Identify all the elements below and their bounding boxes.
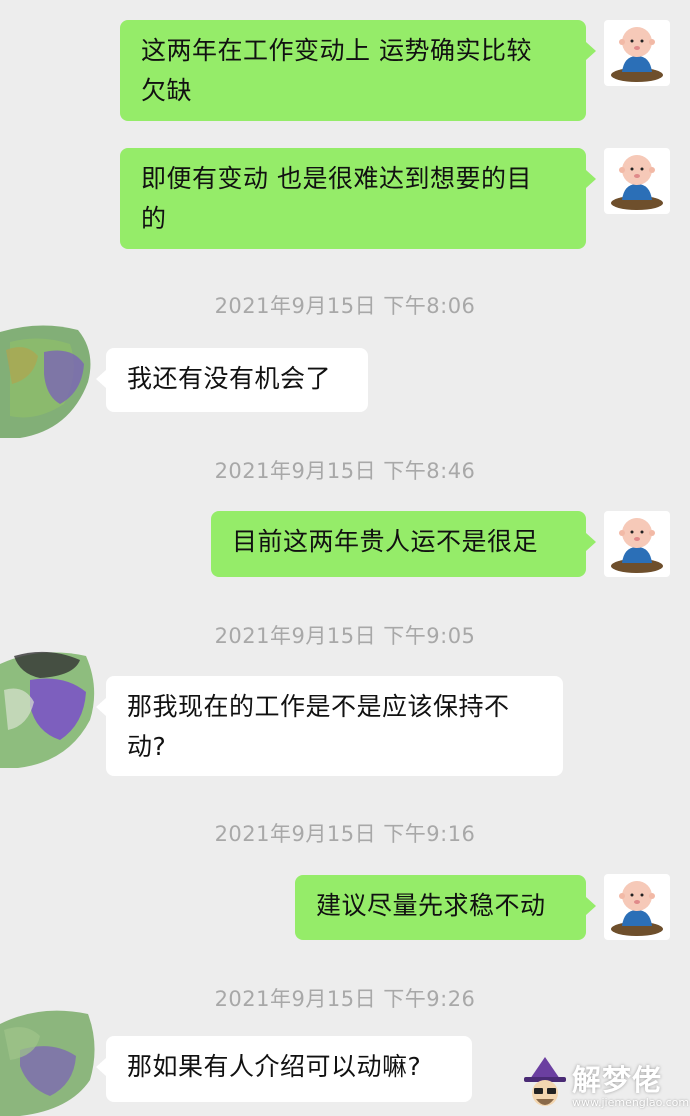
baby-character-icon xyxy=(611,155,663,210)
contact-avatar[interactable] xyxy=(0,1000,100,1116)
self-avatar[interactable] xyxy=(604,20,670,86)
message-bubble-outgoing[interactable]: 目前这两年贵人运不是很足 xyxy=(211,511,596,577)
message-line: 我还有没有机会了 xyxy=(127,364,332,393)
message-bubble-incoming[interactable]: 我还有没有机会了 xyxy=(96,348,368,412)
contact-avatar[interactable] xyxy=(0,640,100,770)
message-line: 建议尽量先求稳不动 xyxy=(316,891,546,920)
baby-character-icon xyxy=(611,518,663,573)
painted-smudge-avatar xyxy=(0,1010,95,1116)
timestamp: 2021年9月15日 下午9:16 xyxy=(214,822,476,846)
timestamp: 2021年9月15日 下午8:46 xyxy=(214,459,476,483)
painted-smudge-avatar xyxy=(0,325,91,438)
message-line: 欠缺 xyxy=(141,76,193,105)
self-avatar[interactable] xyxy=(604,874,670,940)
message-bubble-outgoing[interactable]: 这两年在工作变动上 运势确实比较 欠缺 xyxy=(120,20,596,121)
contact-avatar[interactable] xyxy=(0,312,100,442)
watermark-brand: 解梦佬 xyxy=(572,1063,663,1097)
painted-smudge-avatar xyxy=(0,651,95,768)
message-line: 目前这两年贵人运不是很足 xyxy=(232,527,539,556)
message-line: 即便有变动 也是很难达到想要的目 xyxy=(141,164,532,193)
message-bubble-incoming[interactable]: 那如果有人介绍可以动嘛? xyxy=(96,1036,472,1102)
self-avatar[interactable] xyxy=(604,511,670,577)
message-line: 那我现在的工作是不是应该保持不 xyxy=(127,692,510,721)
timestamp: 2021年9月15日 下午9:26 xyxy=(214,987,476,1011)
message-line: 这两年在工作变动上 运势确实比较 xyxy=(141,36,532,65)
message-bubble-incoming[interactable]: 那我现在的工作是不是应该保持不 动? xyxy=(96,676,563,776)
watermark: 解梦佬 www.jiemenglao.com xyxy=(520,1055,689,1113)
wizard-hat-face-icon xyxy=(524,1057,566,1106)
timestamp: 2021年9月15日 下午9:05 xyxy=(214,624,476,648)
baby-character-icon xyxy=(611,27,663,82)
message-bubble-outgoing[interactable]: 即便有变动 也是很难达到想要的目 的 xyxy=(120,148,596,249)
watermark-url: www.jiemenglao.com xyxy=(572,1096,690,1109)
message-line: 的 xyxy=(141,204,167,233)
baby-character-icon xyxy=(611,881,663,936)
self-avatar[interactable] xyxy=(604,148,670,214)
message-bubble-outgoing[interactable]: 建议尽量先求稳不动 xyxy=(295,875,596,940)
message-line: 那如果有人介绍可以动嘛? xyxy=(127,1052,422,1081)
message-line: 动? xyxy=(127,732,167,761)
timestamp: 2021年9月15日 下午8:06 xyxy=(214,294,476,318)
